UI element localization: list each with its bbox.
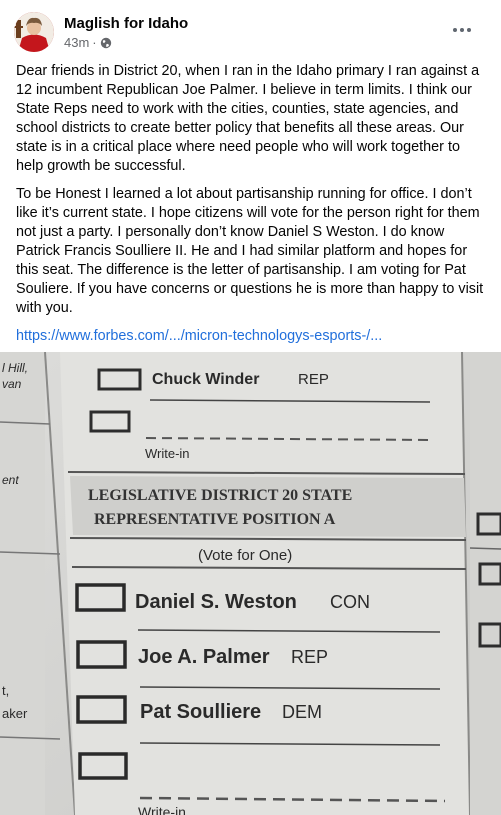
candidate-party-palmer: REP (291, 647, 328, 667)
more-dots-icon[interactable] (449, 20, 475, 40)
avatar[interactable] (14, 12, 54, 52)
globe-icon[interactable] (100, 37, 112, 49)
left-fragment-2: van (2, 377, 22, 391)
candidate-name-weston: Daniel S. Weston (135, 591, 297, 613)
post-paragraph-2: To be Honest I learned a lot about parti… (16, 186, 484, 316)
top-candidate-name: Chuck Winder (152, 371, 259, 388)
ballot-image: l Hill, van ent t, aker Chuck Winder REP… (0, 352, 501, 815)
candidate-party-soulliere: DEM (282, 702, 322, 722)
post-header: Maglish for Idaho 43m · (14, 12, 489, 56)
avatar-image (14, 12, 54, 52)
left-fragment-4: t, (2, 683, 9, 698)
facebook-post: Maglish for Idaho 43m · Dear friends in … (0, 0, 501, 815)
post-link[interactable]: https://www.forbes.com/.../micron-techno… (16, 327, 490, 346)
ballot-photo[interactable]: l Hill, van ent t, aker Chuck Winder REP… (0, 352, 501, 815)
candidate-name-soulliere: Pat Soulliere (140, 701, 261, 723)
candidate-name-palmer: Joe A. Palmer (138, 646, 270, 668)
write-in-label-bottom: Write-in (138, 804, 186, 815)
write-in-label-top: Write-in (145, 446, 190, 461)
left-fragment-5: aker (2, 706, 28, 721)
post-meta: 43m · (64, 35, 112, 50)
left-fragment-3: ent (2, 473, 19, 487)
author-name[interactable]: Maglish for Idaho (64, 15, 188, 32)
race-heading-line1: LEGISLATIVE DISTRICT 20 STATE (88, 487, 352, 504)
candidate-party-weston: CON (330, 592, 370, 612)
vote-instruction: (Vote for One) (198, 547, 292, 564)
meta-separator: · (92, 35, 97, 50)
top-candidate-party: REP (298, 371, 329, 388)
post-body: Dear friends in District 20, when I ran … (16, 62, 490, 346)
race-heading-line2: REPRESENTATIVE POSITION A (94, 511, 336, 528)
post-time[interactable]: 43m (64, 35, 89, 50)
post-paragraph-1: Dear friends in District 20, when I ran … (16, 63, 480, 174)
left-fragment-1: l Hill, (2, 361, 28, 375)
